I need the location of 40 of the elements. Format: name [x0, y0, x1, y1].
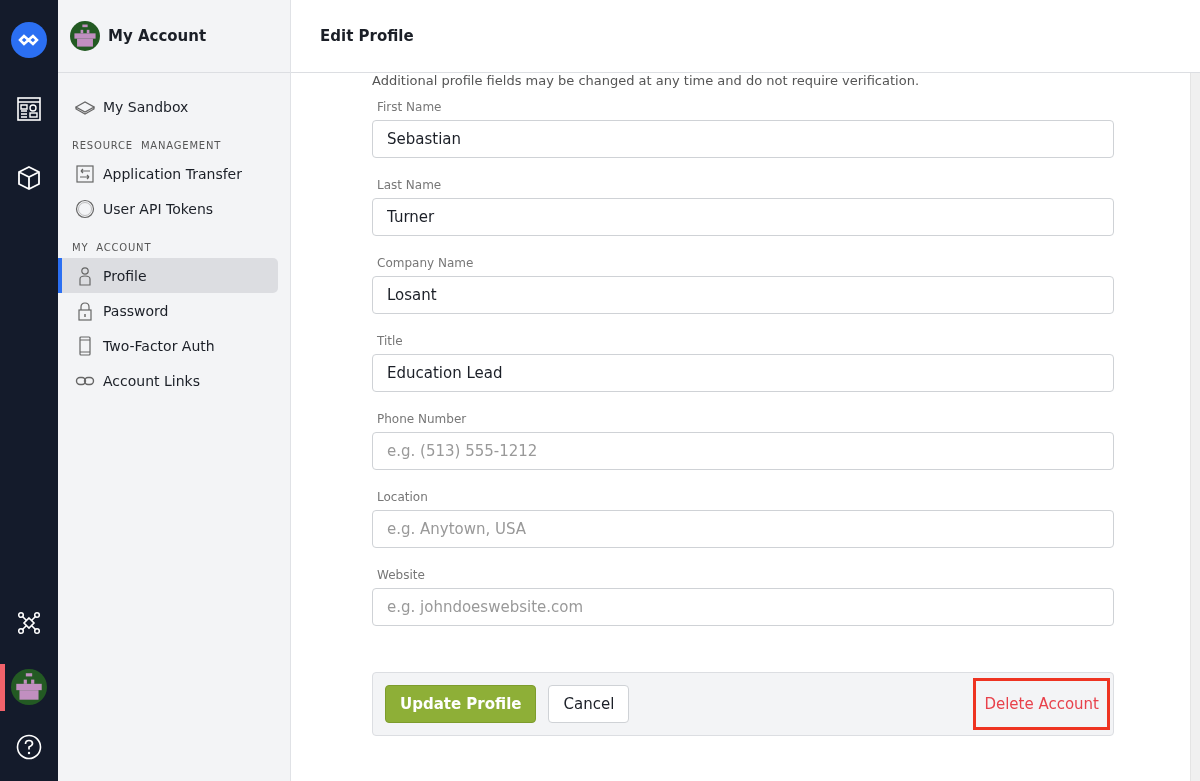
scrollbar[interactable]	[1190, 73, 1200, 781]
active-indicator	[0, 664, 5, 711]
section-heading: MY ACCOUNT	[71, 241, 153, 255]
dashboard-icon[interactable]	[17, 97, 41, 121]
logo-icon[interactable]	[11, 22, 47, 58]
sidebar-item[interactable]: Application Transfer	[58, 156, 278, 191]
field-label: Last Name	[377, 178, 443, 192]
cancel-button[interactable]: Cancel	[548, 685, 630, 723]
api-token-icon	[75, 198, 95, 219]
network-icon[interactable]	[17, 611, 41, 635]
input-field[interactable]: e.g. (513) 555-1212	[372, 432, 1114, 470]
page-title: Edit Profile	[320, 27, 414, 45]
sidebar-item[interactable]: Account Links	[58, 363, 278, 398]
delete-account-button[interactable]: Delete Account	[973, 678, 1110, 730]
section-heading: RESOURCE MANAGEMENT	[71, 139, 223, 153]
input-field[interactable]: Turner	[372, 198, 1114, 236]
avatar[interactable]	[70, 21, 100, 51]
field-label: Company Name	[377, 256, 475, 270]
field-label: Website	[377, 568, 426, 582]
field-label: Title	[377, 334, 404, 348]
sidebar-item[interactable]: Password	[58, 293, 278, 328]
sidebar-item[interactable]: User API Tokens	[58, 191, 278, 226]
input-field[interactable]: e.g. Anytown, USA	[372, 510, 1114, 548]
field-label: Phone Number	[377, 412, 468, 426]
avatar[interactable]	[11, 669, 47, 705]
input-field[interactable]: e.g. johndoeswebsite.com	[372, 588, 1114, 626]
sidebar-item[interactable]: Two-Factor Auth	[58, 328, 278, 363]
cube-icon[interactable]	[17, 166, 41, 190]
sidebar-item[interactable]: My Sandbox	[58, 89, 278, 124]
transfer-icon	[75, 163, 95, 184]
input-field[interactable]: Losant	[372, 276, 1114, 314]
input-field[interactable]: Education Lead	[372, 354, 1114, 392]
field-label: First Name	[377, 100, 443, 114]
sidebar-title: My Account	[108, 27, 207, 45]
form-note: Additional profile fields may be changed at any time and do not require verification.	[372, 73, 921, 88]
input-field[interactable]: Sebastian	[372, 120, 1114, 158]
help-icon[interactable]	[16, 734, 42, 760]
sidebar-item[interactable]: Profile	[58, 258, 278, 293]
field-label: Location	[377, 490, 429, 504]
padlock-icon	[75, 300, 95, 321]
